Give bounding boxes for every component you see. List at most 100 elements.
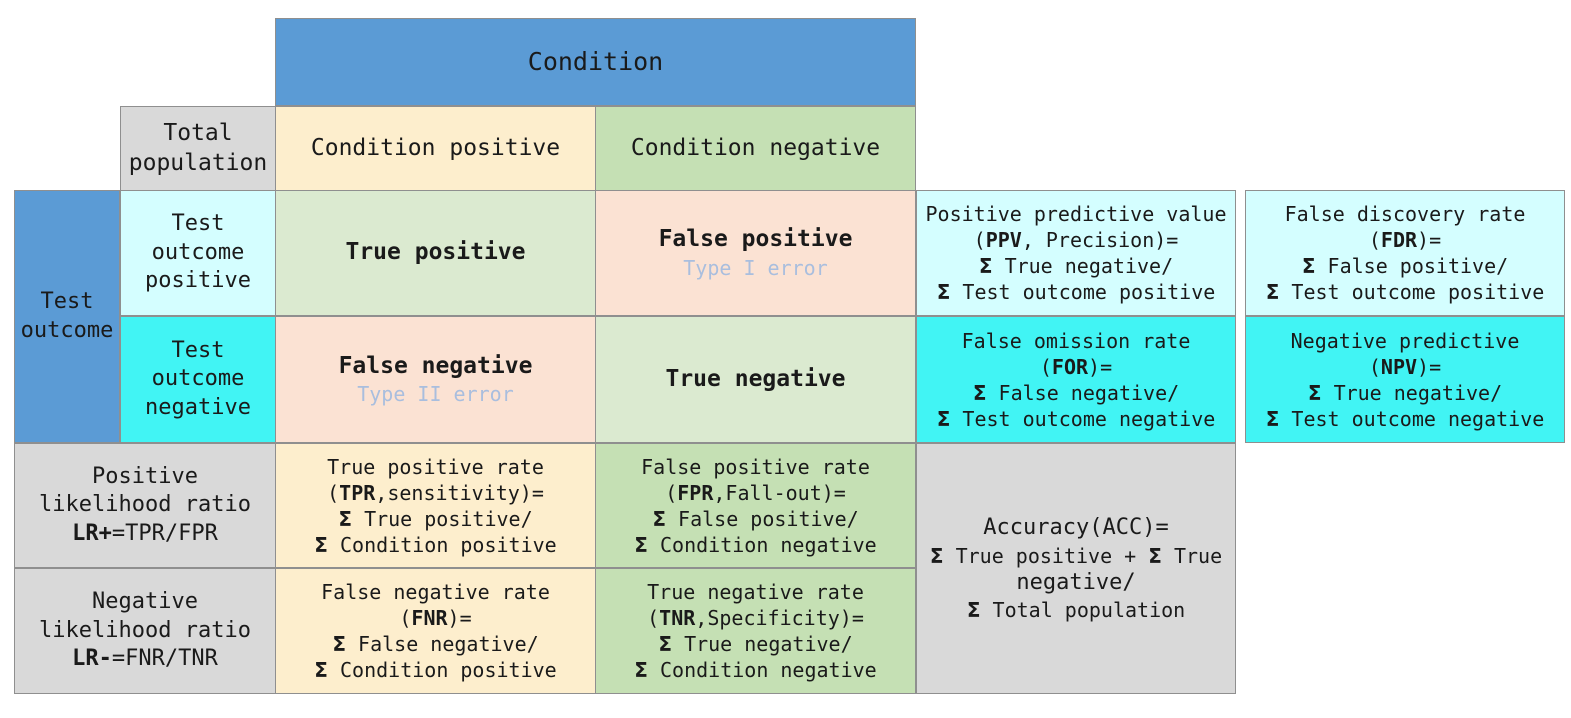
total-population-line2: population [128,149,268,176]
test-outcome-line1: Test [40,288,94,314]
cell-accuracy: Accuracy(ACC)= Σ True positive + Σ True … [916,443,1236,694]
lr-minus-line2: likelihood ratio [39,617,251,643]
test-outcome-negative-line3: negative [145,394,251,420]
fnr-line3: Σ False negative/ [332,632,539,656]
fpr-line2: (FPR,Fall-out)= [665,480,846,505]
fdr-line2: (FDR)= [1368,228,1442,252]
npv-line2: (NPV)= [1368,354,1442,379]
sigma-icon: Σ [314,532,328,557]
lr-minus-abbr: LR- [72,646,112,672]
fpr-line4: Σ Condition negative [634,532,877,557]
true-positive-label: True positive [345,239,526,266]
ppv-line4: Σ Test outcome positive [936,280,1216,304]
tpr-line2: (TPR,sensitivity)= [327,480,544,505]
fnr-line2: (FNR)= [399,606,472,630]
sigma-icon: Σ [1148,543,1162,568]
for-line4: Σ Test outcome negative [936,406,1216,431]
accuracy-line2: Σ True positive + Σ True [929,543,1223,568]
fpr-abbr: FPR [677,480,714,505]
cell-false-discovery-rate: False discovery rate (FDR)= Σ False posi… [1245,190,1565,316]
header-condition-negative: Condition negative [595,106,916,191]
sigma-icon: Σ [658,632,673,656]
sigma-icon: Σ [1307,380,1322,405]
fdr-abbr: FDR [1380,228,1418,252]
sigma-icon: Σ [338,506,353,531]
condition-negative-label: Condition negative [630,134,881,161]
false-positive-sublabel: Type I error [683,255,828,280]
cell-false-omission-rate: False omission rate (FOR)= Σ False negat… [916,316,1236,443]
fdr-line3: Σ False positive/ [1301,254,1509,278]
sigma-icon: Σ [1265,280,1280,304]
accuracy-line4: Σ Total population [966,598,1186,623]
tpr-line3: Σ True positive/ [338,506,533,531]
fnr-line1: False negative rate [321,580,550,604]
true-negative-label: True negative [665,365,846,392]
accuracy-line3: negative/ [1016,569,1136,595]
cell-true-negative-rate: True negative rate (TNR,Specificity)= Σ … [595,568,916,694]
cell-true-positive-rate: True positive rate (TPR,sensitivity)= Σ … [275,443,596,568]
tnr-line2: (TNR,Specificity)= [647,606,864,630]
ppv-line3: Σ True negative/ [978,254,1174,278]
sigma-icon: Σ [634,658,648,682]
cell-positive-predictive-value: Positive predictive value (PPV, Precisio… [916,190,1236,316]
for-abbr: FOR [1051,354,1089,379]
test-outcome-positive-line3: positive [145,268,251,294]
for-line2: (FOR)= [1039,354,1113,379]
cell-negative-predictive-value: Negative predictive (NPV)= Σ True negati… [1245,316,1565,443]
sigma-icon: Σ [972,380,987,405]
lr-plus-abbr: LR+ [72,520,112,546]
npv-abbr: NPV [1380,354,1418,379]
cell-positive-likelihood-ratio: Positive likelihood ratio LR+=TPR/FPR [14,443,276,568]
confusion-matrix-diagram: Condition Total population Condition pos… [0,0,1571,718]
sigma-icon: Σ [929,543,944,568]
tpr-abbr: TPR [339,480,376,505]
lr-minus-line1: Negative [92,589,198,615]
tpr-line1: True positive rate [327,454,544,479]
test-outcome-line2: outcome [20,317,114,343]
lr-plus-line3: LR+=TPR/FPR [72,520,218,546]
fnr-abbr: FNR [411,606,448,630]
fdr-line1: False discovery rate [1284,202,1526,226]
npv-line3: Σ True negative/ [1307,380,1503,405]
test-outcome-negative-line2: outcome [151,366,245,392]
condition-positive-label: Condition positive [310,134,561,161]
false-positive-label: False positive [658,226,853,253]
header-test-outcome-negative: Test outcome negative [120,316,276,443]
sigma-icon: Σ [936,406,951,431]
cell-true-negative: True negative [595,316,916,443]
sigma-icon: Σ [1301,254,1316,278]
test-outcome-positive-line1: Test [171,211,225,237]
cell-true-positive: True positive [275,190,596,316]
cell-false-negative-rate: False negative rate (FNR)= Σ False negat… [275,568,596,694]
ppv-line2: (PPV, Precision)= [973,228,1179,252]
sigma-icon: Σ [936,280,951,304]
header-condition-label: Condition [527,46,664,76]
ppv-line1: Positive predictive value [925,202,1227,226]
fpr-line3: Σ False positive/ [652,506,859,531]
fnr-line4: Σ Condition positive [314,658,557,682]
sigma-icon: Σ [652,506,666,531]
lr-plus-line2: likelihood ratio [39,492,251,518]
header-condition: Condition [275,18,916,106]
sigma-icon: Σ [332,632,346,656]
cell-false-positive-rate: False positive rate (FPR,Fall-out)= Σ Fa… [595,443,916,568]
false-negative-label: False negative [338,352,533,379]
sigma-icon: Σ [634,532,648,557]
header-test-outcome-positive: Test outcome positive [120,190,276,316]
lr-plus-line1: Positive [92,463,198,489]
tnr-line1: True negative rate [647,580,864,604]
header-test-outcome: Test outcome [14,190,120,443]
sigma-icon: Σ [1265,406,1280,431]
sigma-icon: Σ [966,598,981,623]
total-population-line1: Total [163,119,233,146]
sigma-icon: Σ [314,658,328,682]
test-outcome-positive-line2: outcome [151,239,245,265]
tpr-line4: Σ Condition positive [314,532,557,557]
fpr-line1: False positive rate [641,454,870,479]
npv-line1: Negative predictive [1290,328,1520,353]
for-line3: Σ False negative/ [972,380,1180,405]
for-line1: False omission rate [961,328,1191,353]
header-total-population: Total population [120,106,276,191]
header-condition-positive: Condition positive [275,106,596,191]
ppv-abbr: PPV [985,228,1022,252]
